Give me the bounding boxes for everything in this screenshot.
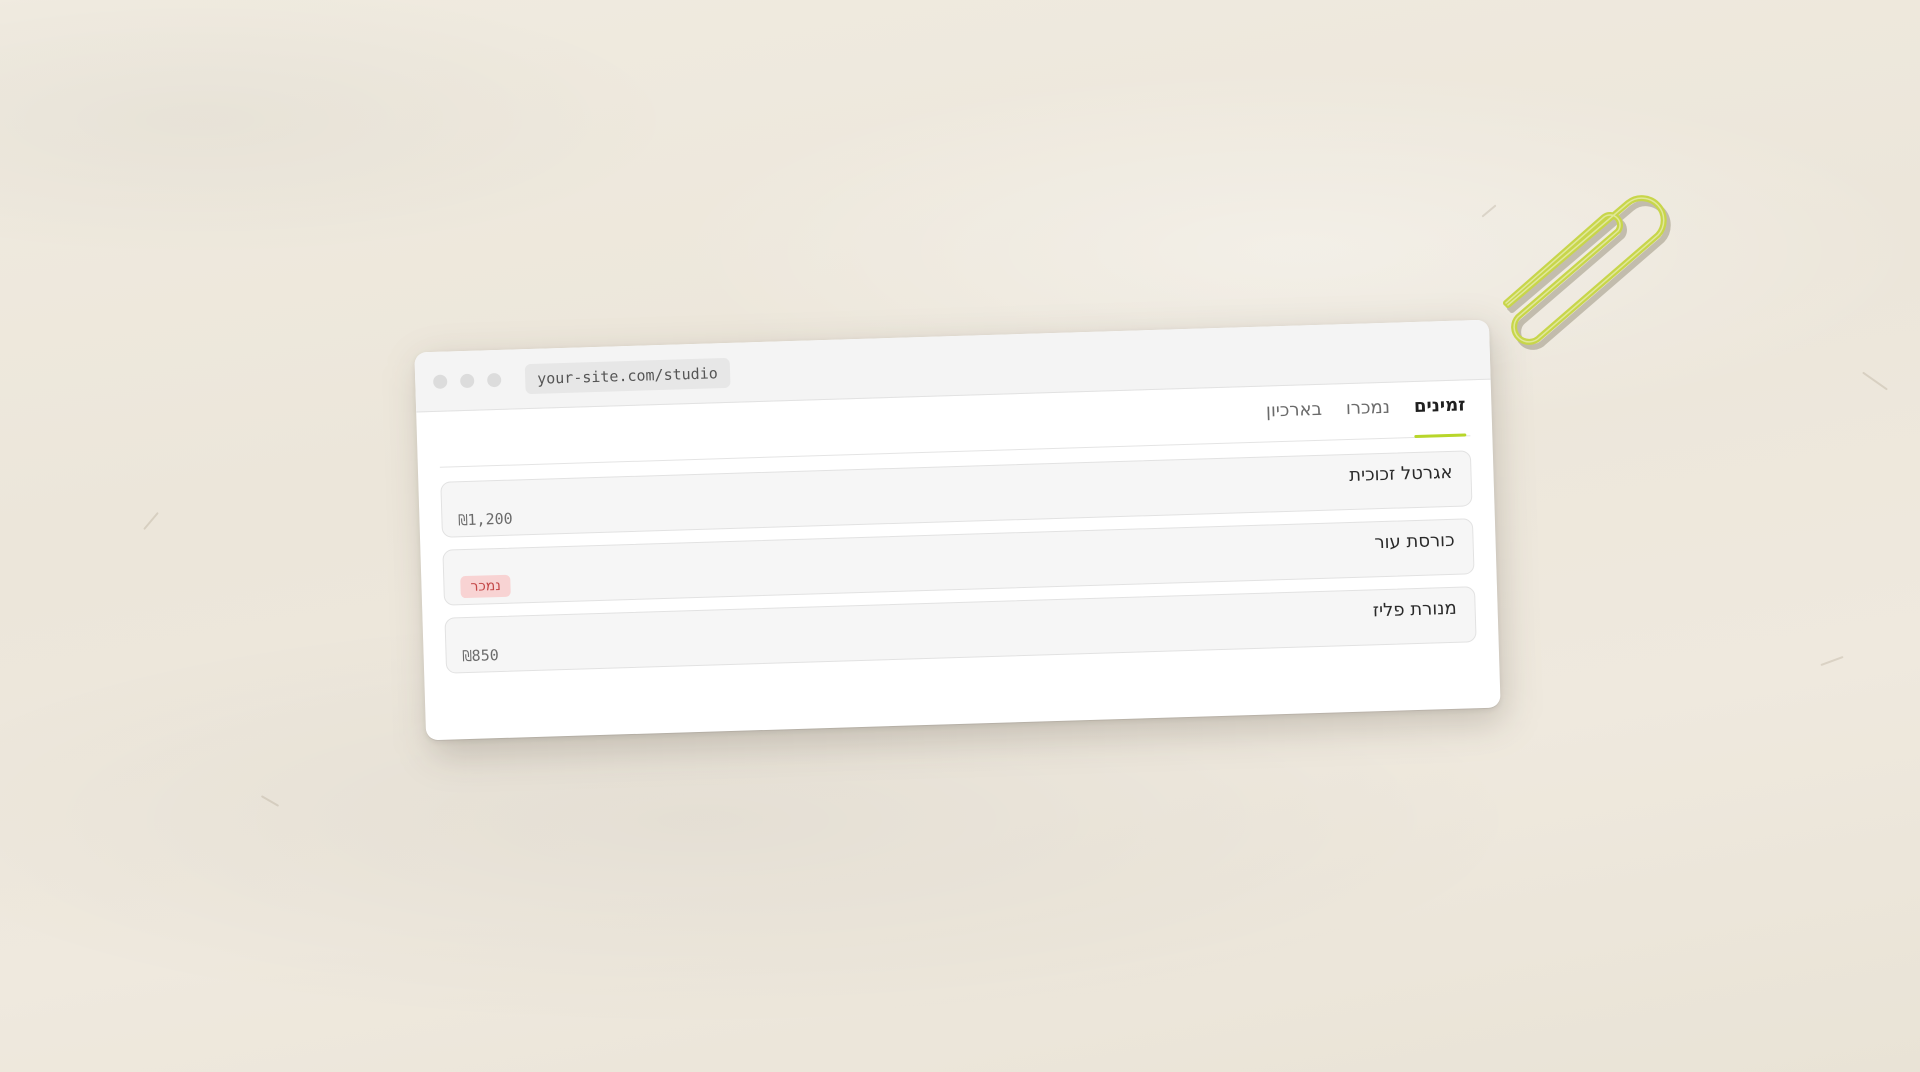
tab-archived[interactable]: בארכיון <box>1266 399 1323 443</box>
studio-content: זמינים נמכרו בארכיון אגרטל זכוכית ₪1,200… <box>416 380 1498 675</box>
sold-badge: נמכר <box>460 574 512 599</box>
paper-texture <box>260 795 280 807</box>
tab-sold[interactable]: נמכרו <box>1346 397 1391 440</box>
items-list: אגרטל זכוכית ₪1,200 כורסת עור נמכר מנורת… <box>440 450 1477 674</box>
browser-window: your-site.com/studio זמינים נמכרו בארכיו… <box>414 319 1501 741</box>
paper-texture <box>1820 655 1844 667</box>
minimize-window-dot[interactable] <box>459 373 475 388</box>
item-price: ₪850 <box>462 646 500 666</box>
tab-available[interactable]: זמינים <box>1414 394 1467 438</box>
item-name: מנורת פליז <box>1372 597 1457 622</box>
paper-texture <box>143 511 159 531</box>
paperclip-icon <box>1503 195 1671 350</box>
item-name: כורסת עור <box>1374 529 1455 554</box>
item-price: ₪1,200 <box>458 509 513 530</box>
window-controls <box>433 372 502 389</box>
paper-texture <box>1862 371 1888 391</box>
maximize-window-dot[interactable] <box>486 372 502 387</box>
close-window-dot[interactable] <box>433 374 448 389</box>
address-bar[interactable]: your-site.com/studio <box>524 357 731 394</box>
item-name: אגרטל זכוכית <box>1348 461 1453 487</box>
